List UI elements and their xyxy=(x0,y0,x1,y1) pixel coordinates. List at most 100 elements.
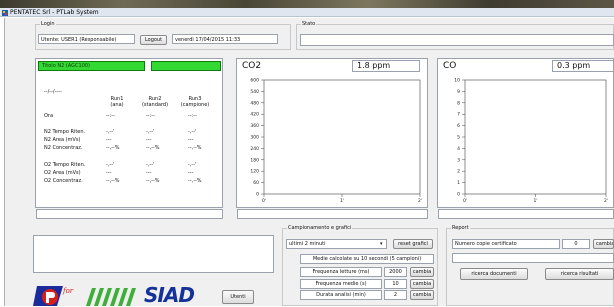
row-label-o2-tempo: O2 Tempo Riten. xyxy=(44,162,86,168)
row-value: --,--% xyxy=(188,145,202,151)
report-group: Report xyxy=(446,226,614,306)
co-footer-field xyxy=(438,209,614,219)
co-chart-svg: 1098765432100' 1' 2' xyxy=(454,78,608,205)
y-tick-label: 120 xyxy=(250,169,259,175)
row-value: -,--' xyxy=(106,129,115,135)
row-label-n2-tempo: N2 Tempo Riten. xyxy=(44,129,86,135)
row-value: --- xyxy=(188,137,194,143)
message-area[interactable] xyxy=(33,235,274,273)
param-label: Durata analisi (min) xyxy=(300,290,382,300)
row-value: -,--' xyxy=(106,162,115,168)
row-value: --- xyxy=(106,137,112,143)
row-value: -,--' xyxy=(146,162,155,168)
svg-text:for: for xyxy=(62,287,74,295)
row-value: --,--% xyxy=(188,178,202,184)
search-documents-button[interactable]: ricerca documenti xyxy=(460,268,528,280)
co2-chart-svg: 6005404804203603002401801206000' 1' 2' xyxy=(250,78,422,205)
y-tick-label: 5 xyxy=(457,135,460,141)
change-frequency-button[interactable]: cambia xyxy=(410,267,434,277)
y-tick-label: 540 xyxy=(250,89,259,95)
user-field: Utente: USER1 (Responsabile) xyxy=(38,34,135,44)
report-legend: Report xyxy=(452,225,469,231)
y-tick-label: 240 xyxy=(250,146,259,152)
report-field xyxy=(452,253,614,263)
co2-reading: 1.8 ppm xyxy=(352,60,420,72)
users-button[interactable]: Utenti xyxy=(222,290,254,304)
y-tick-label: 6 xyxy=(457,123,460,129)
stato-legend: Stato xyxy=(302,21,316,27)
y-tick-label: 60 xyxy=(253,180,259,186)
change-duration-button[interactable]: cambia xyxy=(410,290,434,300)
row-value: --- xyxy=(188,170,194,176)
row-value: --:-- xyxy=(188,113,197,119)
status-badge-secondary xyxy=(151,61,221,71)
search-results-button[interactable]: ricerca risultati xyxy=(545,268,614,280)
column-subheader-run2: (standard) xyxy=(141,102,169,108)
row-value: --,--% xyxy=(106,145,120,151)
row-value: --- xyxy=(146,170,152,176)
copies-label: Numero copie certificato xyxy=(452,239,560,249)
row-value: --,--% xyxy=(146,145,160,151)
y-tick-label: 0 xyxy=(256,192,259,198)
x-tick-label: 1' xyxy=(533,198,537,204)
window-title: PENTATEC Srl - PTLab System xyxy=(10,9,99,16)
logout-button[interactable]: Logout xyxy=(140,35,167,45)
co-reading: 0.3 ppm xyxy=(552,60,614,72)
param-value-duration: 2 xyxy=(384,290,407,300)
row-label-n2-concentraz: N2 Concentraz. xyxy=(44,145,83,151)
row-value: --,--% xyxy=(146,178,160,184)
period-select[interactable]: ultimi 2 minuti xyxy=(286,239,387,249)
y-tick-label: 7 xyxy=(457,112,460,118)
y-tick-label: 180 xyxy=(250,157,259,163)
copies-value: 0 xyxy=(562,239,590,249)
column-subheader-run1: (ana) xyxy=(110,102,124,108)
y-tick-label: 360 xyxy=(250,123,259,129)
row-label-n2-area: N2 Area (mVs) xyxy=(44,137,81,143)
change-copies-button[interactable]: cambia xyxy=(593,239,614,249)
y-tick-label: 1 xyxy=(457,180,460,186)
y-tick-label: 600 xyxy=(250,78,259,84)
summary-date: --/--/---- xyxy=(44,89,62,95)
y-tick-label: 10 xyxy=(454,78,460,84)
y-tick-label: 9 xyxy=(457,89,460,95)
plot-area xyxy=(263,79,421,195)
siad-logo-text: SIAD xyxy=(144,283,195,307)
param-value-averages: 10 xyxy=(384,279,407,289)
x-tick-label: 0' xyxy=(262,198,266,204)
chevron-down-icon[interactable]: ▾ xyxy=(380,240,383,248)
y-tick-label: 8 xyxy=(457,100,460,106)
y-tick-label: 300 xyxy=(250,135,259,141)
x-tick-label: 2' xyxy=(604,198,608,204)
datetime-display: venerdì 17/04/2015 11:33 xyxy=(172,34,278,44)
pentatec-logo: for xyxy=(33,286,74,306)
column-subheader-run3: (campione) xyxy=(180,102,210,108)
x-tick-label: 0' xyxy=(463,198,467,204)
param-label: Frequenza letture (ms) xyxy=(300,267,382,277)
summary-footer-field xyxy=(36,209,223,219)
y-tick-label: 2 xyxy=(457,169,460,175)
row-label-o2-concentraz: O2 Concentraz. xyxy=(44,178,83,184)
x-tick-label: 1' xyxy=(340,198,344,204)
background-photo-strip xyxy=(0,0,614,8)
change-averages-button[interactable]: cambia xyxy=(410,279,434,289)
y-tick-label: 4 xyxy=(457,146,460,152)
plot-area xyxy=(464,79,607,195)
row-label-o2-area: O2 Area (mVs) xyxy=(44,170,81,176)
stato-field xyxy=(300,34,614,46)
row-value: --,--% xyxy=(106,178,120,184)
averages-info: Medie calcolate su 10 secondi (5 campion… xyxy=(300,254,434,264)
row-value: --- xyxy=(146,137,152,143)
row-value: --- xyxy=(106,170,112,176)
row-value: -,--' xyxy=(146,129,155,135)
row-value: --:-- xyxy=(146,113,155,119)
row-value: -,--' xyxy=(188,162,197,168)
chart-title-co: CO xyxy=(443,61,457,71)
login-legend: Login xyxy=(41,21,55,27)
param-label: Frequenza medie (s) xyxy=(300,279,382,289)
reset-graphs-button[interactable]: reset grafici xyxy=(393,239,433,249)
y-tick-label: 0 xyxy=(457,192,460,198)
row-value: --:-- xyxy=(106,113,115,119)
row-label-ora: Ora xyxy=(44,113,54,119)
y-tick-label: 480 xyxy=(250,100,259,106)
campionamento-legend: Campionamento e grafici xyxy=(288,225,352,231)
